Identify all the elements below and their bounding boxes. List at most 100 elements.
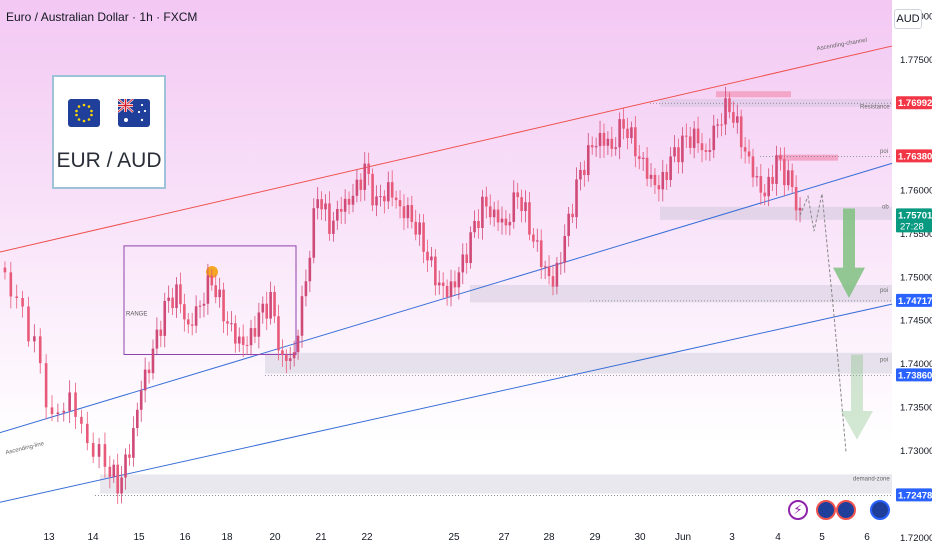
candle-body	[85, 423, 89, 444]
candle-body	[398, 200, 402, 207]
candle-body	[430, 256, 433, 261]
candle-body	[567, 213, 570, 237]
candle-body	[779, 155, 782, 160]
candle-body	[418, 222, 421, 235]
candle-body	[532, 234, 535, 242]
candle-body	[179, 284, 182, 305]
candle-body	[312, 208, 316, 258]
candle-body	[704, 150, 708, 152]
candle-body	[763, 192, 767, 197]
candle-body	[281, 350, 284, 355]
demand-zone	[100, 474, 892, 494]
eu-flag-icon	[68, 99, 100, 127]
candle-body	[539, 240, 543, 267]
candle-body	[441, 282, 445, 286]
candle-body	[551, 276, 555, 287]
ob-zone	[660, 206, 892, 220]
candle-body	[422, 222, 425, 252]
candle-body	[159, 329, 163, 336]
y-tick-label: 1.74500	[900, 316, 932, 327]
candle-body	[453, 281, 457, 288]
candle-body	[783, 159, 786, 186]
candle-body	[257, 312, 261, 337]
y-tick-label: 1.76000	[900, 185, 932, 196]
candle-body	[798, 207, 802, 211]
candle-body	[33, 336, 36, 342]
candle-body	[371, 173, 374, 206]
candle-body	[186, 319, 190, 325]
lightning-event-icon[interactable]: ⚡	[788, 500, 808, 520]
x-tick-label: Jun	[675, 532, 691, 543]
candle-body	[622, 119, 625, 129]
candle-body	[80, 416, 83, 424]
candle-body	[74, 392, 77, 417]
x-tick-label: 6	[864, 532, 870, 543]
candle-body	[700, 143, 704, 151]
candle-body	[21, 297, 24, 307]
candle-body	[610, 138, 614, 149]
price-label: 1.73860	[898, 370, 932, 381]
candle-body	[124, 454, 127, 478]
candle-body	[198, 305, 202, 307]
chart-title: Euro / Australian Dollar · 1h · FXCM	[6, 10, 198, 24]
eu-event-icon-2[interactable]	[870, 500, 890, 520]
candle-body	[355, 179, 359, 196]
candle-body	[477, 220, 480, 229]
candle-body	[496, 209, 500, 223]
candle-body	[230, 323, 233, 325]
currency-button[interactable]: AUD	[894, 9, 922, 29]
price-label: 1.76380	[898, 151, 932, 162]
candle-body	[38, 336, 42, 364]
candle-body	[167, 297, 170, 301]
candle-body	[767, 176, 770, 197]
candle-body	[500, 218, 504, 223]
candle-body	[210, 275, 214, 286]
candle-body	[300, 296, 304, 336]
y-tick-label: 1.75000	[900, 272, 932, 283]
candle-body	[708, 150, 712, 152]
candle-body	[575, 179, 578, 218]
candle-body	[135, 409, 139, 429]
candle-body	[383, 196, 386, 202]
candle-body	[112, 464, 116, 477]
x-tick-label: 18	[221, 532, 233, 543]
candle-body	[692, 128, 696, 148]
x-tick-label: 15	[133, 532, 145, 543]
x-tick-label: 29	[589, 532, 601, 543]
candle-body	[139, 390, 143, 410]
candle-body	[586, 145, 590, 176]
range-label: RANGE	[126, 311, 147, 317]
candle-body	[308, 257, 312, 282]
candle-body	[669, 156, 672, 180]
candle-body	[445, 285, 449, 298]
candle-body	[406, 205, 410, 219]
candle-body	[594, 146, 598, 148]
candle-body	[571, 213, 574, 218]
candle-body	[402, 206, 406, 219]
candle-body	[363, 163, 367, 190]
annotation-demand-zone: demand-zone	[853, 476, 890, 482]
price-label: 1.76992	[898, 98, 932, 109]
candle-body	[728, 98, 731, 113]
candle-body	[528, 202, 531, 235]
candle-body	[394, 197, 398, 201]
annotation-poi: poi	[880, 149, 888, 155]
candle-body	[56, 412, 60, 415]
candle-body	[332, 220, 335, 234]
candle-body	[324, 203, 327, 210]
candle-body	[218, 289, 221, 298]
candle-body	[559, 262, 563, 264]
candle-body	[739, 116, 743, 148]
candle-body	[15, 296, 19, 298]
candle-body	[520, 197, 523, 212]
x-tick-label: 20	[269, 532, 281, 543]
candle-body	[673, 147, 676, 157]
candle-body	[735, 116, 739, 123]
eu-event-icon[interactable]	[836, 500, 856, 520]
candle-body	[9, 272, 13, 297]
candle-body	[335, 208, 339, 221]
candle-body	[151, 348, 155, 374]
candle-body	[222, 289, 225, 322]
y-tick-label: 1.73500	[900, 403, 932, 414]
au-event-icon[interactable]	[816, 500, 836, 520]
